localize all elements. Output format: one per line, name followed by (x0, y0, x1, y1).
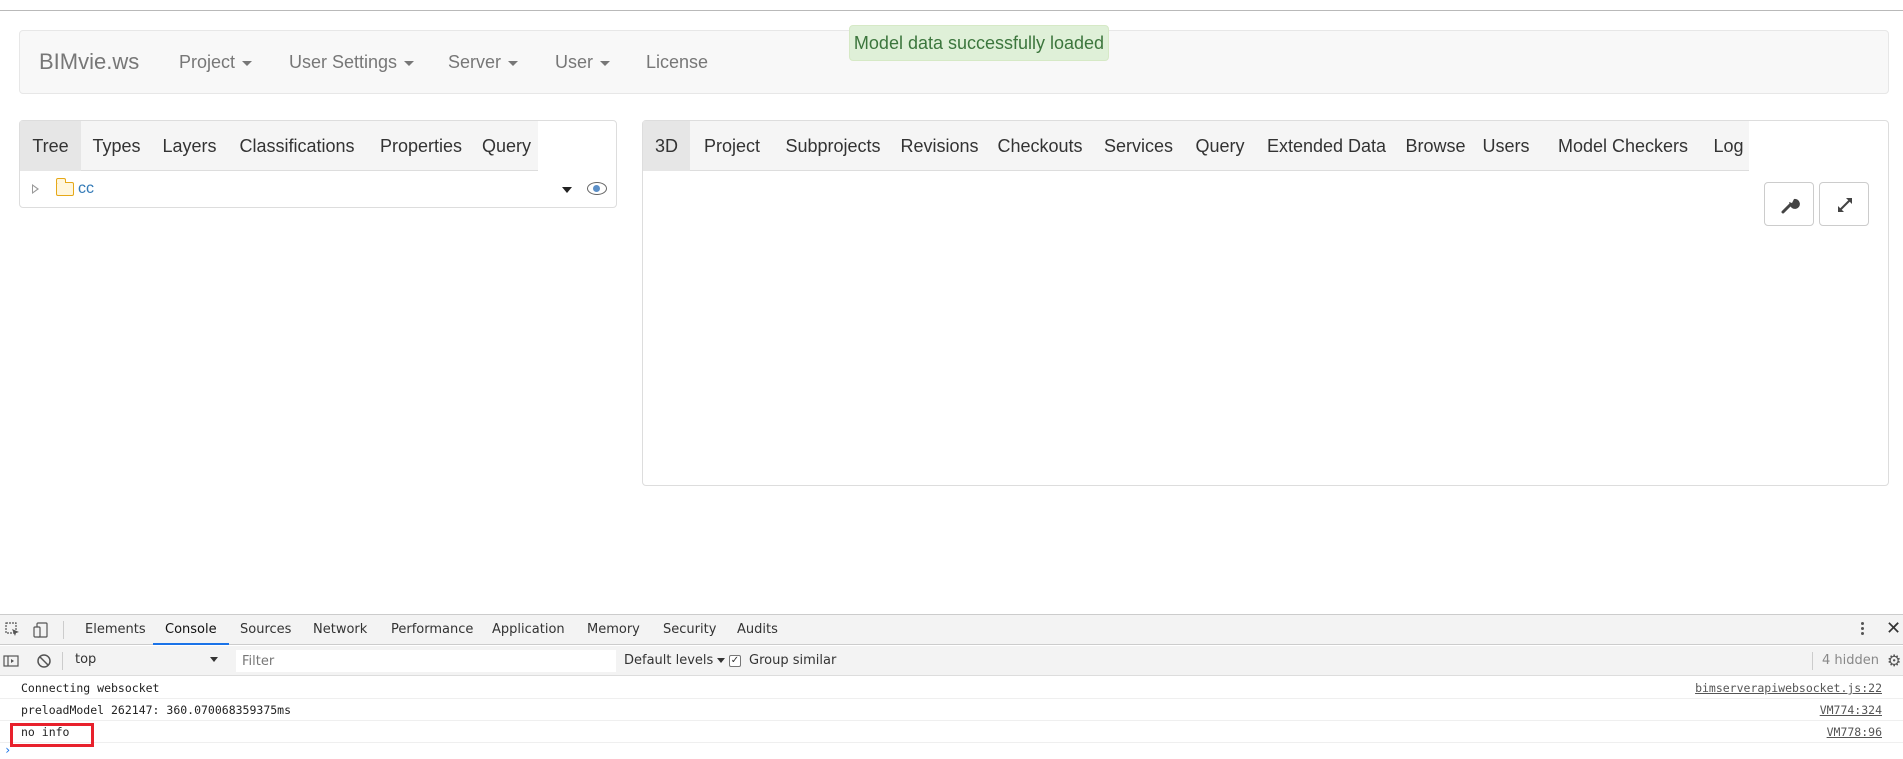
group-similar-checkbox[interactable]: ✓ (729, 655, 741, 667)
tab-services[interactable]: Services (1093, 121, 1184, 171)
nav-user-label: User (555, 52, 594, 72)
devtools-tab-application[interactable]: Application (492, 615, 565, 645)
console-output: Connecting websocket bimserverapiwebsock… (0, 677, 1903, 759)
nav-license-link[interactable]: License (646, 31, 708, 93)
nav-server-menu[interactable]: Server (448, 31, 519, 93)
tree-row[interactable]: cc (20, 172, 616, 206)
log-levels-label: Default levels (624, 653, 714, 668)
expand-triangle-icon[interactable] (32, 184, 39, 194)
hidden-count: 4 hidden (1822, 653, 1879, 668)
console-prompt-icon[interactable]: › (4, 743, 11, 757)
toolbar-divider (63, 621, 64, 639)
nav-user-settings-menu[interactable]: User Settings (289, 31, 415, 93)
tab-extended-data[interactable]: Extended Data (1256, 121, 1397, 171)
settings-wrench-button[interactable] (1764, 182, 1814, 226)
caret-down-icon (508, 60, 519, 66)
tab-layers[interactable]: Layers (152, 121, 227, 171)
tab-3d[interactable]: 3D (643, 121, 690, 171)
dropdown-triangle-icon[interactable] (562, 187, 572, 193)
devtools-tab-performance[interactable]: Performance (391, 615, 473, 645)
tab-query[interactable]: Query (1184, 121, 1256, 171)
tab-properties[interactable]: Properties (367, 121, 475, 171)
fullscreen-button[interactable] (1819, 182, 1869, 226)
success-alert: Model data successfully loaded (849, 25, 1109, 61)
nav-project-label: Project (179, 52, 236, 72)
devtools-tab-elements[interactable]: Elements (85, 615, 146, 645)
tab-classifications[interactable]: Classifications (227, 121, 367, 171)
devtools-tab-network[interactable]: Network (313, 615, 367, 645)
gear-icon[interactable]: ⚙ (1887, 653, 1901, 669)
folder-icon (55, 178, 74, 196)
tree-node-label[interactable]: cc (78, 172, 94, 206)
inspect-element-icon[interactable] (5, 622, 21, 638)
dropdown-caret-icon (717, 658, 726, 663)
devtools-tab-security[interactable]: Security (663, 615, 716, 645)
left-panel: Tree Types Layers Classifications Proper… (19, 120, 617, 208)
console-message: preloadModel 262147: 360.070068359375ms … (0, 699, 1903, 721)
tab-browse[interactable]: Browse (1397, 121, 1474, 171)
console-source-link[interactable]: VM778:96 (1827, 721, 1882, 743)
dropdown-caret-icon (210, 657, 218, 662)
close-icon[interactable]: ✕ (1886, 619, 1901, 639)
console-toolbar: top Default levels ✓ Group similar 4 hid… (0, 646, 1903, 676)
context-select[interactable]: top (70, 649, 222, 671)
devtools-tab-audits[interactable]: Audits (737, 615, 778, 645)
log-levels-dropdown[interactable]: Default levels (624, 646, 726, 676)
tab-subprojects[interactable]: Subprojects (774, 121, 892, 171)
console-message: Connecting websocket bimserverapiwebsock… (0, 677, 1903, 699)
tab-users[interactable]: Users (1474, 121, 1538, 171)
console-message-text: no info (21, 725, 70, 739)
brand-logo[interactable]: BIMvie.ws (39, 31, 139, 93)
top-divider (0, 10, 1903, 11)
nav-project-menu[interactable]: Project (179, 31, 253, 93)
tab-tree[interactable]: Tree (20, 121, 81, 171)
group-similar-label: Group similar (749, 653, 837, 668)
caret-down-icon (404, 60, 415, 66)
clear-console-icon[interactable] (36, 653, 52, 669)
device-toolbar-icon[interactable] (33, 622, 49, 638)
devtools-tab-memory[interactable]: Memory (587, 615, 640, 645)
console-message-text: Connecting websocket (21, 681, 160, 695)
console-filter-input[interactable] (236, 650, 616, 672)
devtools-tabbar: Elements Console Sources Network Perform… (0, 615, 1903, 645)
wrench-icon (1781, 198, 1800, 214)
toolbar-divider (1812, 652, 1813, 670)
tab-revisions[interactable]: Revisions (892, 121, 987, 171)
tab-log[interactable]: Log (1708, 121, 1749, 171)
console-message-text: preloadModel 262147: 360.070068359375ms (21, 703, 292, 717)
sidebar-toggle-icon[interactable] (3, 653, 19, 669)
right-panel: 3D Project Subprojects Revisions Checkou… (642, 120, 1889, 486)
devtools-tab-sources[interactable]: Sources (240, 615, 291, 645)
right-tabs: 3D Project Subprojects Revisions Checkou… (643, 121, 1749, 171)
console-source-link[interactable]: VM774:324 (1820, 699, 1882, 721)
devtools-panel: Elements Console Sources Network Perform… (0, 614, 1903, 759)
devtools-tab-console[interactable]: Console (153, 615, 229, 645)
console-source-link[interactable]: bimserverapiwebsocket.js:22 (1695, 677, 1882, 699)
nav-user-settings-label: User Settings (289, 52, 398, 72)
tab-query[interactable]: Query (475, 121, 538, 171)
nav-user-menu[interactable]: User (555, 31, 611, 93)
toolbar-divider (62, 652, 63, 670)
more-options-icon[interactable] (1861, 622, 1865, 638)
tab-types[interactable]: Types (81, 121, 152, 171)
tab-checkouts[interactable]: Checkouts (987, 121, 1093, 171)
expand-icon (1838, 198, 1852, 212)
caret-down-icon (242, 60, 253, 66)
tab-model-checkers[interactable]: Model Checkers (1538, 121, 1708, 171)
tab-project[interactable]: Project (690, 121, 774, 171)
nav-server-label: Server (448, 52, 502, 72)
eye-icon[interactable] (587, 182, 607, 195)
console-message: no info VM778:96 (0, 721, 1903, 747)
left-tabs: Tree Types Layers Classifications Proper… (20, 121, 538, 171)
caret-down-icon (600, 60, 611, 66)
